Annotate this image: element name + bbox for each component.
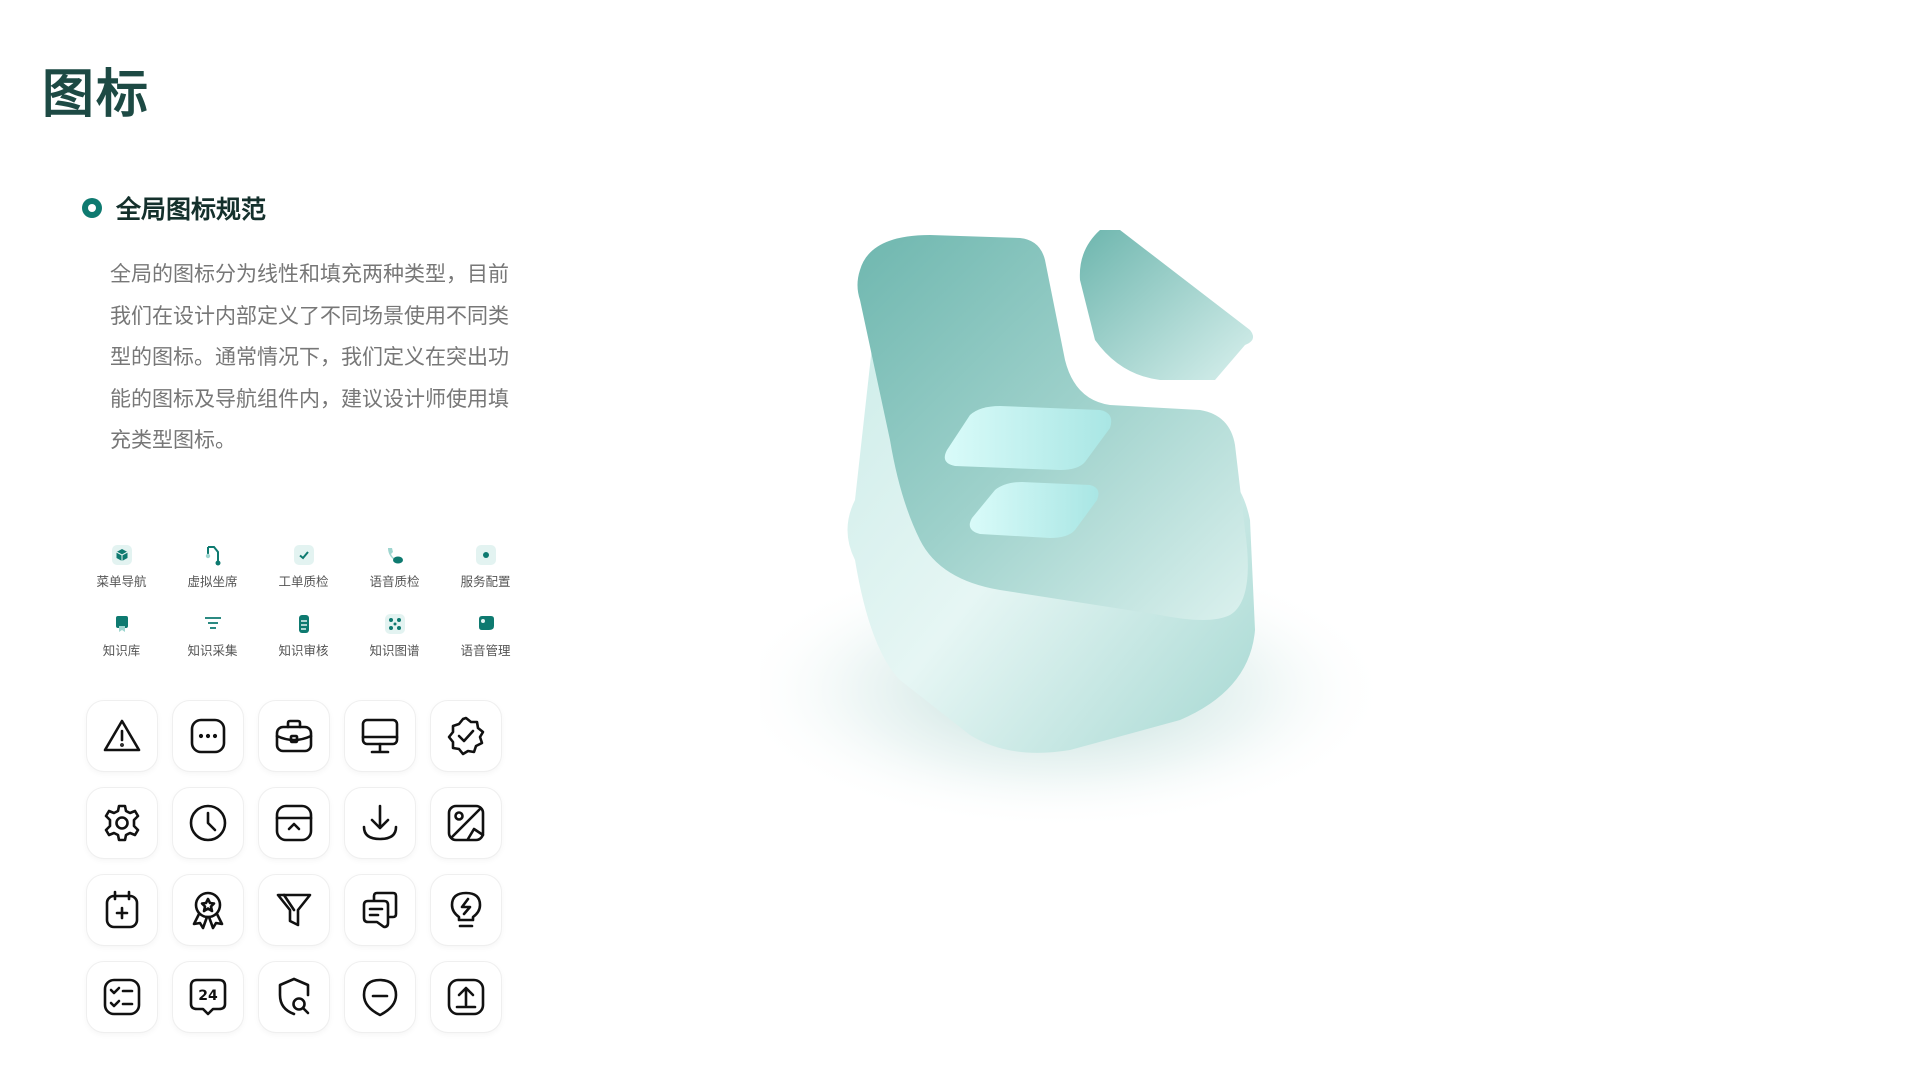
line-icon-tile [344,787,416,859]
filled-icon-label: 知识审核 [278,643,329,658]
line-icon-tile [258,961,330,1033]
line-icon-tile: 24 [172,961,244,1033]
graph-icon [384,614,405,634]
calendar-add-icon [105,890,139,929]
filled-icon-item: 知识图谱 [349,614,440,659]
phone-icon [385,545,405,565]
hexagon-dot-icon [475,545,496,565]
filled-icon-item: 知识审核 [258,614,349,659]
filled-icon-item: 知识采集 [167,614,258,659]
line-icon-tile [344,700,416,772]
filled-icon-item: 虚拟坐席 [167,545,258,590]
line-icon-tile [430,874,502,946]
briefcase-icon [275,719,313,753]
filter-icon [276,893,312,927]
line-icon-grid: 24 [86,700,502,1033]
checkmark-icon [293,545,314,565]
filled-icon-label: 菜单导航 [96,574,147,589]
archive-icon [275,804,313,842]
line-icon-tile [172,874,244,946]
line-icon-tile [86,874,158,946]
route-icon [203,545,223,566]
line-icon-tile [430,787,502,859]
bookmark-icon [112,614,132,634]
list-icon [203,614,223,634]
filled-icon-item: 语音质检 [349,545,440,590]
line-icon-tile [86,961,158,1033]
line-icon-tile [258,874,330,946]
chat-bubble-icon [476,614,496,634]
page-title: 图标 [42,64,151,125]
line-icon-tile [86,787,158,859]
filled-icon-label: 知识图谱 [369,643,420,658]
filled-icon-label: 语音质检 [369,574,420,589]
monitor-icon [361,718,399,754]
image-icon [447,804,485,842]
award-icon [192,891,224,930]
24-hours-icon: 24 [189,978,227,1016]
cube-icon [111,545,132,565]
bullet-icon [82,198,102,218]
verified-badge-icon [447,716,485,756]
filled-icon-item: 知识库 [76,614,167,659]
download-icon [362,804,398,841]
upload-icon [447,978,485,1016]
line-icon-tile [86,700,158,772]
filled-icon-item: 语音管理 [440,614,531,659]
svg-text:24: 24 [198,988,218,1004]
filled-icon-label: 语音管理 [460,643,511,658]
section-description: 全局的图标分为线性和填充两种类型，目前我们在设计内部定义了不同场景使用不同类型的… [110,262,509,452]
line-icon-tile [258,787,330,859]
filled-icon-label: 知识库 [102,643,141,658]
line-icon-tile [430,700,502,772]
more-dots-icon [190,718,226,754]
line-icon-tile [172,787,244,859]
lightbulb-icon [450,891,482,928]
filled-icon-item: 服务配置 [440,545,531,590]
filled-icon-label: 工单质检 [278,574,329,589]
warning-icon [103,719,141,752]
line-icon-tile [172,700,244,772]
filled-icon-item: 菜单导航 [76,545,167,590]
line-icon-tile [430,961,502,1033]
clock-icon [189,804,227,842]
section-title: 全局图标规范 [116,195,267,224]
shield-search-icon [278,977,310,1016]
filled-icon-grid: 菜单导航 虚拟坐席 工单质检 语音质检 服务配置 知识库 知识采集 知识审核 知… [76,545,531,659]
checklist-icon [103,978,141,1016]
document-3d-icon [760,230,1390,830]
settings-icon [104,804,140,842]
section-heading: 全局图标规范 [82,190,266,226]
filled-icon-label: 虚拟坐席 [187,574,238,589]
filled-icon-label: 知识采集 [187,643,238,658]
line-icon-tile [344,961,416,1033]
line-icon-tile [344,874,416,946]
document-icon [294,614,314,634]
line-icon-tile [258,700,330,772]
filled-icon-label: 服务配置 [460,574,511,589]
filled-icon-item: 工单质检 [258,545,349,590]
copy-icon [362,891,398,929]
minus-circle-icon [362,978,398,1017]
